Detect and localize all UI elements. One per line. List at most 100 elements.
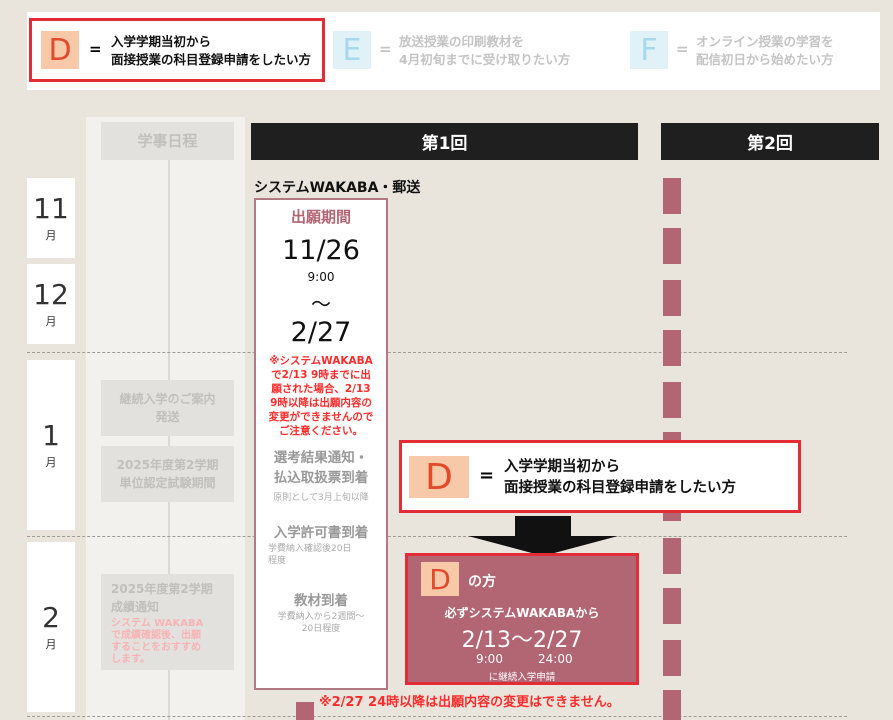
period-note-line3: 願された場合、2/13 bbox=[271, 383, 371, 395]
schedule-item-grades-note: システム WAKABA で成績確認後、出願 することをおすすめ します。 bbox=[111, 618, 234, 666]
legend-e-line1: 放送授業の印刷教材を bbox=[399, 34, 525, 49]
period-start-date: 11/26 bbox=[282, 235, 360, 266]
d-callout-line1: 入学学期当初から bbox=[504, 459, 620, 475]
legend-f-equals: = bbox=[676, 40, 689, 58]
d-window-line1: 必ずシステムWAKABAから bbox=[444, 606, 600, 620]
result-sub: 原則として3月上旬以降 bbox=[273, 493, 369, 503]
schedule-header: 学事日程 bbox=[101, 122, 234, 160]
period-end-date: 2/27 bbox=[290, 317, 352, 348]
legend-e-letter: E bbox=[333, 31, 371, 69]
grades-note-line2: で成績確認後、出願 bbox=[111, 630, 201, 641]
period-note-line4: 9時以降は出願内容の bbox=[270, 397, 372, 409]
schedule-item-grades-line2: 成績通知 bbox=[111, 600, 160, 614]
d-callout-box: D = 入学学期当初から 面接授業の科目登録申請をしたい方 bbox=[399, 440, 801, 513]
round2-header: 第2回 bbox=[661, 123, 879, 160]
legend-f-line1: オンライン授業の学習を bbox=[696, 34, 834, 49]
result-title: 選考結果通知・ 払込取扱票到着 bbox=[256, 448, 386, 488]
round2-bar-seg8 bbox=[663, 538, 681, 574]
d-callout-text: 入学学期当初から 面接授業の科目登録申請をしたい方 bbox=[504, 457, 736, 499]
d-window-suffix: の方 bbox=[468, 574, 496, 590]
grades-note-line4: します。 bbox=[111, 654, 150, 665]
permit-title: 入学許可書到着 bbox=[273, 525, 369, 541]
bottom-deadline-note: ※2/27 24時以降は出願内容の変更はできません。 bbox=[319, 695, 620, 710]
round2-bar-seg2 bbox=[663, 228, 681, 264]
month-2-num: 2 bbox=[42, 601, 60, 634]
month-1: 1 月 bbox=[27, 360, 75, 530]
material-sub: 学費納入から2週間〜 20日程度 bbox=[256, 611, 386, 635]
permit-sub: 学費納入確認後20日 程度 bbox=[256, 543, 386, 567]
period-note-line6: ご注意ください。 bbox=[279, 425, 363, 437]
period-start-time: 9:00 bbox=[307, 270, 335, 284]
material-sub-line1: 学費納入から2週間〜 bbox=[277, 612, 365, 622]
result-title-line1: 選考結果通知・ bbox=[273, 450, 369, 466]
schedule-item-grades: 2025年度第2学期 成績通知 システム WAKABA で成績確認後、出願 する… bbox=[101, 574, 234, 670]
month-12: 12 月 bbox=[27, 264, 75, 344]
schedule-item-exam: 2025年度第2学期 単位認定試験期間 bbox=[101, 446, 234, 502]
d-window-dates: 2/13〜2/27 bbox=[461, 628, 583, 653]
d-window-note: に継続入学申請 bbox=[488, 672, 556, 683]
permit-sub-line1: 学費納入確認後20日 bbox=[268, 544, 352, 554]
month-1-unit: 月 bbox=[45, 456, 57, 469]
material-sub-line2: 20日程度 bbox=[301, 624, 341, 634]
d-window-letter: D bbox=[421, 562, 459, 596]
legend-d-letter: D bbox=[41, 31, 79, 69]
period-note: ※システムWAKABA で2/13 9時までに出 願された場合、2/13 9時以… bbox=[256, 354, 386, 438]
period-note-line5: 変更ができませんので bbox=[268, 411, 374, 423]
round2-bar-seg10 bbox=[663, 640, 681, 676]
legend-e-line2: 4月初旬までに受け取りたい方 bbox=[399, 52, 571, 67]
round2-bar-seg1 bbox=[663, 178, 681, 214]
month-12-unit: 月 bbox=[45, 315, 57, 328]
separator-dec-jan bbox=[27, 352, 847, 353]
month-11: 11 月 bbox=[27, 178, 75, 258]
separator-feb-end bbox=[27, 716, 847, 717]
legend-f-letter: F bbox=[630, 31, 668, 69]
legend-bar: D = 入学学期当初から 面接授業の科目登録申請をしたい方 E = 放送授業の印… bbox=[27, 12, 880, 90]
round1-method: システムWAKABA・郵送 bbox=[254, 180, 421, 196]
grades-note-line3: することをおすすめ bbox=[111, 642, 201, 653]
round1-header: 第1回 bbox=[251, 123, 638, 160]
down-arrow-icon bbox=[468, 516, 618, 556]
legend-e-text: 放送授業の印刷教材を 4月初旬までに受け取りたい方 bbox=[399, 33, 570, 69]
month-2: 2 月 bbox=[27, 542, 75, 712]
d-window-time-end: 24:00 bbox=[538, 652, 573, 666]
legend-d-equals: = bbox=[89, 40, 102, 58]
round2-bar-seg5 bbox=[663, 382, 681, 418]
round2-bar-seg11 bbox=[663, 690, 681, 720]
month-11-unit: 月 bbox=[45, 229, 57, 242]
material-title: 教材到着 bbox=[294, 593, 348, 609]
schedule-item-guide-line2: 発送 bbox=[155, 410, 180, 424]
result-title-line2: 払込取扱票到着 bbox=[273, 470, 369, 486]
legend-f-line2: 配信初日から始めたい方 bbox=[696, 52, 834, 67]
d-callout-equals: = bbox=[479, 465, 495, 486]
month-11-num: 11 bbox=[33, 192, 69, 225]
legend-d-line1: 入学学期当初から bbox=[111, 34, 212, 49]
d-callout-letter: D bbox=[409, 456, 469, 498]
period-tilde: 〜 bbox=[311, 292, 331, 316]
legend-f-text: オンライン授業の学習を 配信初日から始めたい方 bbox=[696, 33, 834, 69]
schedule-item-exam-line1: 2025年度第2学期 bbox=[116, 458, 219, 472]
schedule-item-guide: 継続入学のご案内 発送 bbox=[101, 380, 234, 436]
permit-sub-line2: 程度 bbox=[268, 556, 287, 566]
month-12-num: 12 bbox=[33, 278, 69, 311]
d-window-time-start: 9:00 bbox=[476, 652, 503, 666]
round2-bar-seg9 bbox=[663, 588, 681, 624]
period-note-line1: ※システムWAKABA bbox=[269, 355, 373, 367]
round1-bottom-strip bbox=[296, 702, 314, 720]
period-note-line2: で2/13 9時までに出 bbox=[271, 369, 371, 381]
schedule-item-grades-line1: 2025年度第2学期 bbox=[111, 582, 213, 596]
round2-bar-seg4 bbox=[663, 330, 681, 366]
legend-d-line2: 面接授業の科目登録申請をしたい方 bbox=[111, 52, 312, 67]
schedule-item-exam-line2: 単位認定試験期間 bbox=[119, 476, 216, 490]
d-callout-line2: 面接授業の科目登録申請をしたい方 bbox=[504, 480, 736, 496]
grades-note-line1: システム WAKABA bbox=[111, 618, 204, 629]
separator-jan-feb bbox=[27, 536, 847, 537]
month-2-unit: 月 bbox=[45, 638, 57, 651]
schedule-item-guide-line1: 継続入学のご案内 bbox=[119, 392, 216, 406]
period-title: 出願期間 bbox=[290, 208, 351, 226]
round2-bar-seg3 bbox=[663, 280, 681, 316]
d-application-window: D の方 必ずシステムWAKABAから 2/13〜2/27 9:00 24:00… bbox=[405, 553, 639, 685]
application-period-panel: 出願期間 11/26 9:00 〜 2/27 ※システムWAKABA で2/13… bbox=[254, 198, 388, 690]
legend-d-text: 入学学期当初から 面接授業の科目登録申請をしたい方 bbox=[111, 33, 311, 69]
legend-e-equals: = bbox=[379, 40, 392, 58]
month-1-num: 1 bbox=[42, 419, 60, 452]
